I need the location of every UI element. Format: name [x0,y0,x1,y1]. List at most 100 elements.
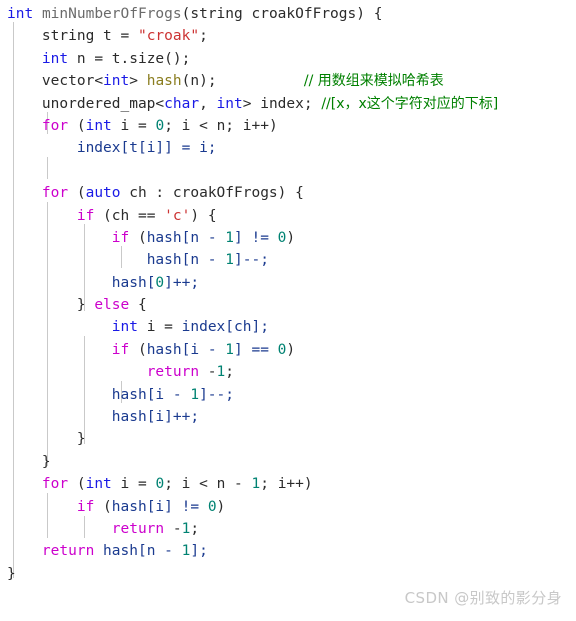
token-var-hash: hash [146,73,182,90]
code-line-14: } else { [0,294,576,316]
token-args: (n); [181,73,217,90]
token-semicolon: ; [225,364,235,381]
token-keyword-auto: auto [85,185,121,202]
token-operator: ] != [234,229,278,246]
token-var-hash: hash [103,543,138,560]
token-decrement: ]--; [234,252,269,269]
token-brace-close: } [7,565,16,582]
token-paren-close: ) [286,229,296,246]
token-number: 1 [225,341,235,358]
token-brace-open: { [129,297,147,314]
token-subscript: [n - [137,543,182,560]
token-paren-open: ( [129,229,147,246]
token-subscript: [n - [181,252,226,269]
token-number: 1 [225,252,234,269]
token-increment: ]++; [164,274,200,291]
token-brace-open: ) { [356,6,383,22]
token-type-string: string [190,6,243,22]
token-number: 0 [155,117,165,134]
token-var-index: > index; [242,95,322,112]
token-number: 1 [251,476,261,493]
token-keyword-return: return [111,520,165,537]
token-keyword-return: return [41,543,95,560]
code-line-9: for (auto ch : croakOfFrogs) { [0,182,576,204]
token-function-name: minNumberOfFrogs [41,6,182,22]
token-number: 1 [216,364,226,381]
token-semicolon: ; [199,28,208,45]
token-comment: // 用数组来模拟哈希表 [303,73,444,90]
token-minus: - [164,520,182,537]
code-line-4: vector<int> hash(n); // 用数组来模拟哈希表 [0,70,576,92]
token-pad [217,73,304,89]
token-paren-close: ) [216,498,226,515]
token-keyword-int: int [41,50,69,67]
token-var-hash: hash [146,252,182,269]
code-line-6: for (int i = 0; i < n; i++) [0,115,576,137]
token-expr: n = t.size(); [68,50,191,67]
token-angle-open: < [155,95,165,112]
token-keyword-int: int [111,319,138,336]
code-line-3: int n = t.size(); [0,48,576,70]
token-paren-open: ( [94,498,112,515]
code-line-24: return -1; [0,518,576,540]
token-init: i = [111,476,156,493]
token-range-expr: ch : croakOfFrogs) { [120,185,304,202]
code-line-8-blank [0,160,576,182]
token-var-hash: hash [146,341,182,358]
token-keyword-for: for [41,185,69,202]
token-assign: i = [137,319,182,336]
token-param-name: croakOfFrogs [242,6,357,22]
token-var-hash: hash [146,229,182,246]
token-operator: ] == [234,341,278,358]
token-cond: (ch == [94,207,165,224]
token-init: i = [111,117,156,134]
token-angle-open: < [94,73,104,90]
code-line-17: return -1; [0,361,576,383]
token-keyword-int: int [7,6,34,22]
code-line-21: } [0,451,576,473]
code-line-20: } [0,428,576,450]
token-string-literal: "croak" [137,28,200,45]
token-subscript: [t[i]] = i; [120,140,217,157]
token-keyword-char: char [164,95,200,112]
code-line-25: return hash[n - 1]; [0,540,576,562]
code-line-26: } [0,563,576,585]
token-subscript-close: ]; [190,543,208,560]
token-number: 0 [155,476,165,493]
token-comment: //[x，x这个字符对应的下标] [321,95,499,112]
token-minus: - [199,364,217,381]
token-keyword-if: if [76,207,95,224]
token-brace-close: } [7,431,86,448]
source-code[interactable]: int minNumberOfFrogs ( string croakOfFrogs… [0,0,576,585]
token-var-hash: hash [111,498,147,515]
code-line-19: hash[i]++; [0,406,576,428]
code-line-1: int minNumberOfFrogs(string croakOfFrogs… [0,3,576,25]
code-line-11: if (hash[n - 1] != 0) [0,227,576,249]
code-line-18: hash[i - 1]--; [0,384,576,406]
code-editor-screenshot: int minNumberOfFrogs ( string croakOfFrogs… [0,0,576,621]
token-brace-close: } [7,453,51,470]
token-paren-open: ( [68,185,86,202]
token-subscript: [ch]; [225,319,269,336]
code-line-5: unordered_map<char, int> index; //[x，x这个… [0,93,576,115]
token-cond: ; i < n - [164,476,252,493]
token-var-hash: hash [111,386,147,403]
token-subscript: [i] != [146,498,208,515]
token-type-vector: vector [41,73,95,90]
code-line-10: if (ch == 'c') { [0,205,576,227]
code-line-23: if (hash[i] != 0) [0,496,576,518]
code-line-22: for (int i = 0; i < n - 1; i++) [0,473,576,495]
token-keyword-else: else [94,297,130,314]
token-keyword-int: int [216,95,243,112]
